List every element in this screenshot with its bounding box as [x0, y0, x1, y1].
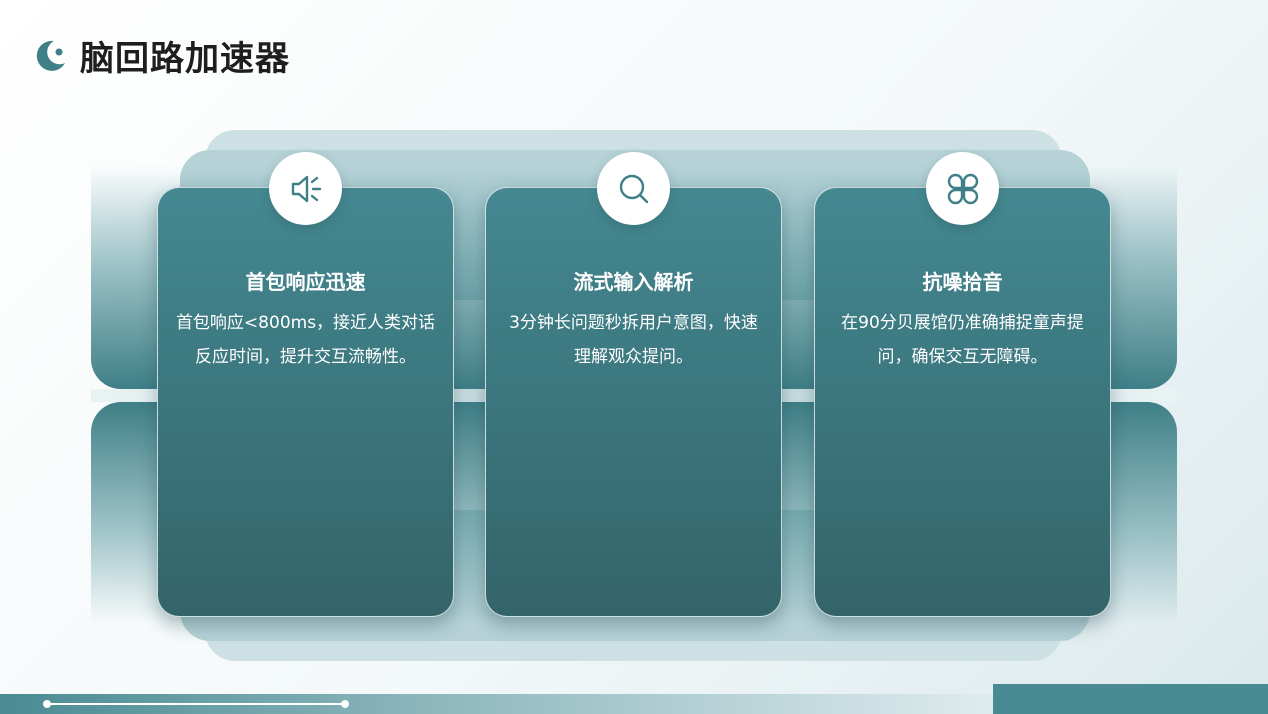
- speaker-icon: [269, 152, 342, 225]
- card-title: 流式输入解析: [573, 270, 694, 294]
- footer-line: [47, 703, 345, 705]
- grid-petals-icon: [926, 152, 999, 225]
- card-title: 抗噪拾音: [922, 270, 1003, 294]
- search-icon: [597, 152, 670, 225]
- feature-card-noise-pickup: 抗噪拾音 在90分贝展馆仍准确捕捉童声提问，确保交互无障碍。: [814, 187, 1111, 617]
- card-title: 首包响应迅速: [245, 270, 366, 294]
- feature-card-stream-parsing: 流式输入解析 3分钟长问题秒拆用户意图，快速理解观众提问。: [485, 187, 782, 617]
- footer-dot: [341, 700, 349, 708]
- footer-block: [993, 684, 1268, 714]
- card-description: 3分钟长问题秒拆用户意图，快速理解观众提问。: [509, 313, 758, 367]
- card-description: 在90分贝展馆仍准确捕捉童声提问，确保交互无障碍。: [841, 313, 1084, 367]
- page-header: 脑回路加速器: [32, 30, 290, 80]
- crescent-moon-icon: [36, 40, 65, 71]
- footer-dot: [43, 700, 51, 708]
- page-title: 脑回路加速器: [80, 38, 290, 79]
- feature-card-first-response: 首包响应迅速 首包响应<800ms，接近人类对话反应时间，提升交互流畅性。: [157, 187, 454, 617]
- card-description: 首包响应<800ms，接近人类对话反应时间，提升交互流畅性。: [175, 313, 436, 367]
